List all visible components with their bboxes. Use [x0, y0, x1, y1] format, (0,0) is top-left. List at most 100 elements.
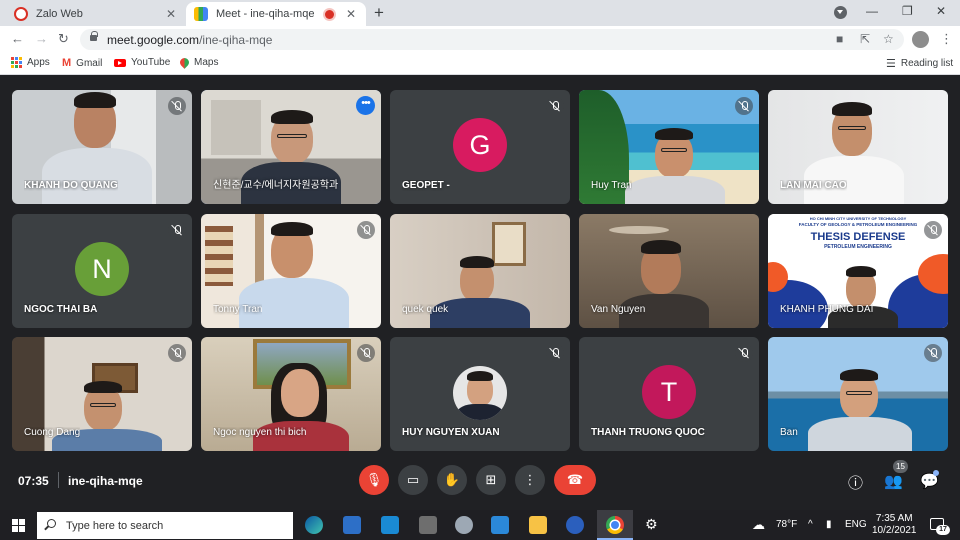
tray-chevron-icon[interactable]: ^ [808, 519, 813, 530]
participant-tile[interactable]: Cuong Dang [12, 337, 192, 451]
meeting-code: ine-qiha-mqe [68, 474, 143, 488]
movies-icon[interactable] [491, 516, 509, 534]
mic-toggle-button[interactable]: 🎙 [359, 465, 389, 495]
bookmark-maps[interactable]: Maps [178, 56, 218, 69]
participant-name: Ngoc nguyen thi bich [213, 427, 307, 438]
more-options-button[interactable]: ⋮ [515, 465, 545, 495]
mic-off-icon [735, 344, 753, 362]
participant-tile[interactable]: HUY NGUYEN XUAN [390, 337, 570, 451]
share-icon[interactable]: ⇱ [860, 32, 870, 46]
participant-photo [453, 366, 507, 420]
lock-icon[interactable] [90, 31, 98, 41]
participant-tile[interactable]: T THANH TRUONG QUOC [579, 337, 759, 451]
participant-tile[interactable]: Huy Tran [579, 90, 759, 204]
participant-tile[interactable]: Ban [768, 337, 948, 451]
meeting-time: 07:35 [18, 474, 49, 488]
close-tab-icon[interactable]: ✕ [344, 7, 358, 21]
mic-off-icon [924, 221, 942, 239]
camera-in-use-icon[interactable]: ■ [836, 32, 843, 46]
tab-zalo[interactable]: Zalo Web ✕ [6, 2, 186, 26]
participant-tile[interactable]: HO CHI MINH CITY UNIVERSITY OF TECHNOLOG… [768, 214, 948, 328]
reading-list-button[interactable]: ☰ Reading list [886, 57, 953, 70]
mic-off-icon [924, 344, 942, 362]
restore-icon[interactable]: ❐ [902, 4, 913, 18]
people-icon[interactable]: 👥 [884, 472, 903, 490]
weather-icon[interactable]: ☁ [752, 517, 765, 533]
tab-meet[interactable]: Meet - ine-qiha-mqe ✕ [186, 2, 366, 26]
calculator-icon[interactable] [419, 516, 437, 534]
participant-name: THANH TRUONG QUOC [591, 427, 705, 438]
close-tab-icon[interactable]: ✕ [164, 7, 178, 21]
participant-tile[interactable]: LAN MAI CAO [768, 90, 948, 204]
meeting-details-icon[interactable]: ⓘ [848, 472, 863, 493]
file-explorer-icon[interactable] [529, 516, 547, 534]
bookmark-star-icon[interactable]: ☆ [883, 32, 894, 46]
weather-temp[interactable]: 78°F [776, 519, 797, 530]
minimize-icon[interactable]: — [866, 4, 878, 18]
system-clock[interactable]: 7:35 AM 10/2/2021 [872, 513, 917, 537]
participant-name: Van Nguyen [591, 304, 646, 315]
tab-title: Meet - ine-qiha-mqe [216, 8, 315, 20]
participant-name: quek quek [402, 304, 449, 315]
participant-name: HUY NGUYEN XUAN [402, 427, 500, 438]
microphone-icon[interactable]: ▮ [826, 519, 832, 530]
participant-name: Tonny Tran [213, 304, 263, 315]
windows-taskbar: Type here to search ⚙ ☁ 78°F ^ ▮ ENG 7:3… [0, 510, 960, 540]
tab-search-icon[interactable] [834, 6, 847, 19]
windows-start-icon[interactable] [12, 519, 25, 532]
mic-off-icon [168, 97, 186, 115]
reload-icon[interactable]: ↻ [58, 31, 69, 47]
address-bar[interactable]: meet.google.com/ine-qiha-mqe ■ ⇱ ☆ [80, 29, 904, 50]
apps-grid-icon [11, 57, 22, 68]
raise-hand-button[interactable]: ✋ [437, 465, 467, 495]
participant-tile[interactable]: Van Nguyen [579, 214, 759, 328]
taskbar-search[interactable]: Type here to search [37, 512, 293, 539]
participant-tile[interactable]: Tonny Tran [201, 214, 381, 328]
participant-avatar: G [453, 118, 507, 172]
mic-off-icon [735, 97, 753, 115]
settings-icon[interactable]: ⚙ [645, 516, 658, 533]
recording-icon [325, 9, 334, 19]
mic-off-icon [168, 221, 186, 239]
new-tab-button[interactable]: + [374, 3, 384, 23]
back-icon[interactable]: ← [11, 31, 24, 46]
bookmark-gmail[interactable]: M Gmail [62, 57, 102, 69]
mic-off-icon [168, 344, 186, 362]
participant-name: GEOPET - [402, 180, 450, 191]
participant-tile[interactable]: N NGOC THAI BA [12, 214, 192, 328]
edge-icon[interactable] [305, 516, 323, 534]
present-now-button[interactable]: ⊞ [476, 465, 506, 495]
reading-list-icon: ☰ [886, 58, 896, 70]
bookmark-youtube[interactable]: YouTube [114, 57, 170, 68]
browser-tab-strip: Zalo Web ✕ Meet - ine-qiha-mqe ✕ + — ❐ ✕ [0, 0, 960, 26]
participant-name: Cuong Dang [24, 427, 81, 438]
mic-off-icon [546, 97, 564, 115]
more-options-icon[interactable]: ••• [356, 96, 375, 115]
close-window-icon[interactable]: ✕ [936, 4, 946, 18]
forward-icon[interactable]: → [35, 31, 48, 46]
language-indicator[interactable]: ENG [845, 519, 867, 530]
present-icon: ⊞ [485, 472, 497, 487]
zalo-icon [14, 7, 28, 21]
hand-icon: ✋ [443, 472, 461, 487]
photos-icon[interactable] [455, 516, 473, 534]
bookmark-apps[interactable]: Apps [11, 57, 50, 68]
profile-avatar[interactable] [912, 31, 929, 48]
store-icon[interactable] [343, 516, 361, 534]
chrome-icon[interactable] [606, 516, 624, 534]
gmail-icon: M [62, 57, 72, 69]
mail-icon[interactable] [381, 516, 399, 534]
google-meet-icon [194, 7, 208, 21]
participant-tile[interactable]: G GEOPET - [390, 90, 570, 204]
leave-call-button[interactable]: ☎ [554, 465, 596, 495]
more-vert-icon: ⋮ [523, 472, 537, 487]
browser-menu-icon[interactable]: ⋮ [940, 31, 953, 47]
webex-icon[interactable] [566, 516, 584, 534]
participant-tile[interactable]: ••• 신현준/교수/에너지자원공학과 [201, 90, 381, 204]
participant-tile[interactable]: Ngoc nguyen thi bich [201, 337, 381, 451]
camera-toggle-button[interactable]: ▭ [398, 465, 428, 495]
participant-tile[interactable]: quek quek [390, 214, 570, 328]
participant-tile[interactable]: KHANH DO QUANG [12, 90, 192, 204]
participant-name: 신현준/교수/에너지자원공학과 [213, 180, 339, 191]
participant-name: NGOC THAI BA [24, 304, 98, 315]
